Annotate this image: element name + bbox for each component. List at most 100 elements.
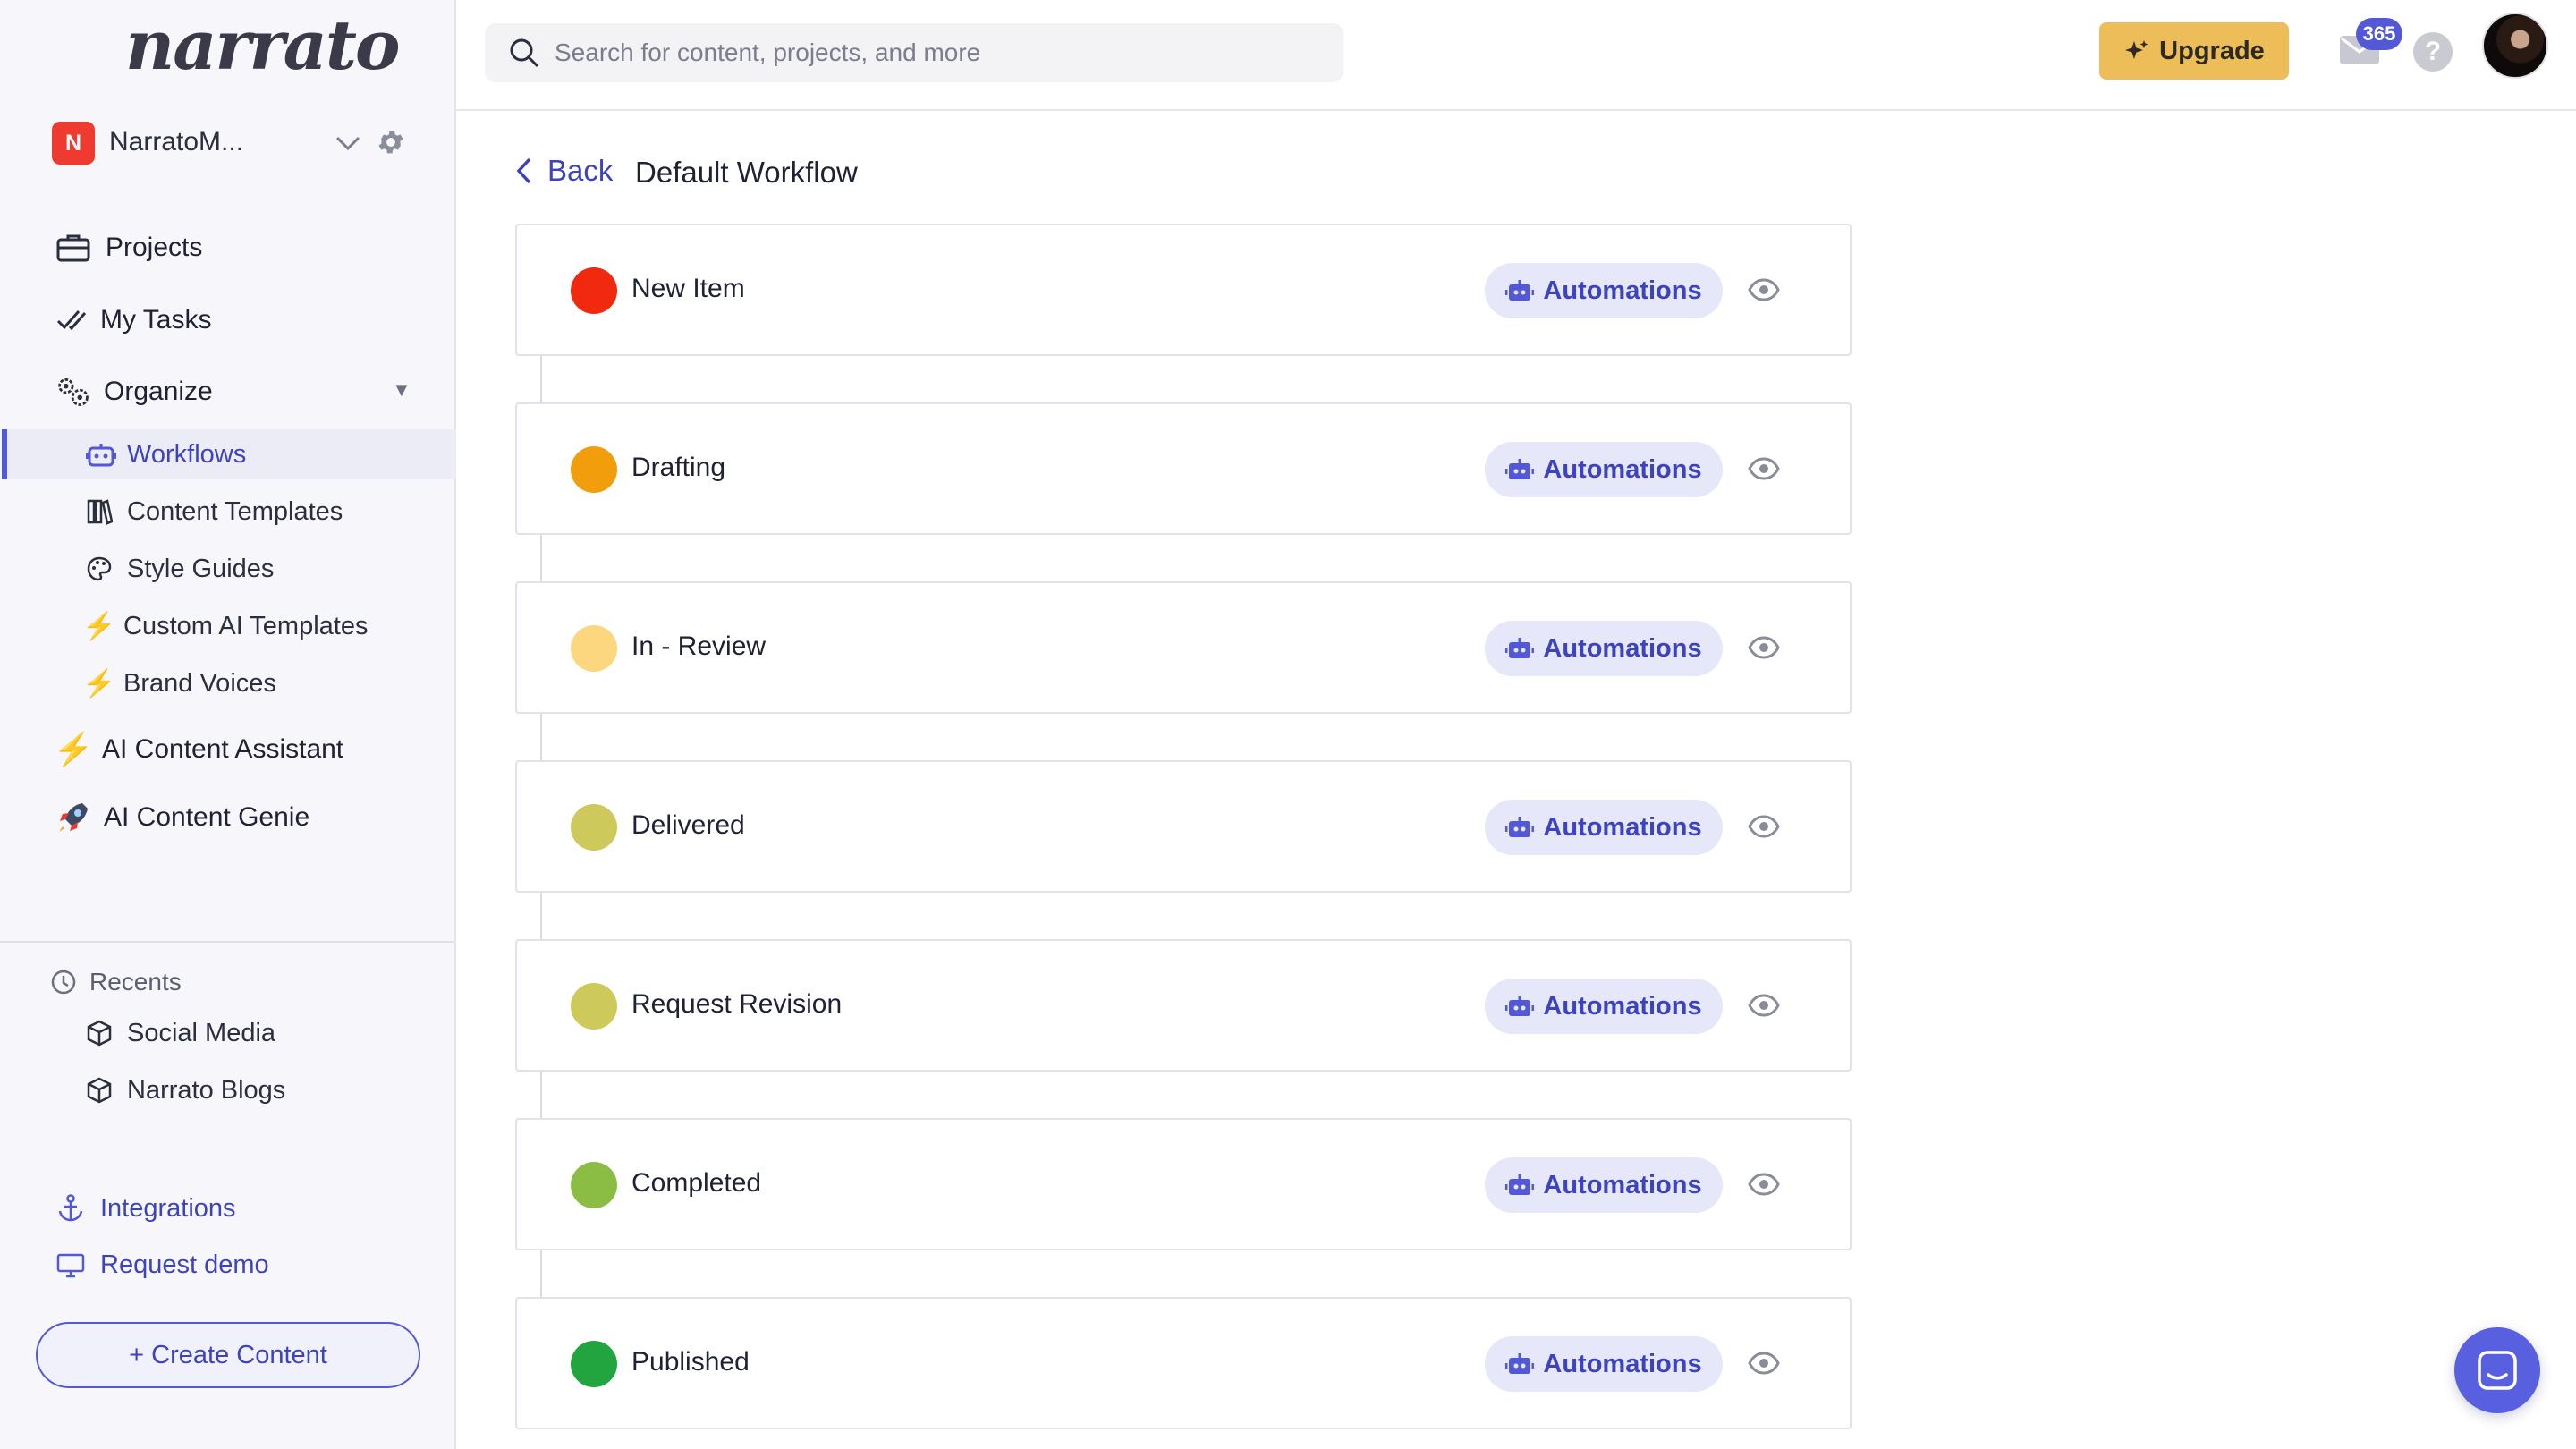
robot-icon xyxy=(1505,278,1535,303)
automations-label: Automations xyxy=(1543,633,1702,663)
robot-icon xyxy=(1505,1352,1535,1377)
stage-connector xyxy=(540,1250,542,1297)
sidebar-item-label: Content Templates xyxy=(127,496,343,526)
automations-button[interactable]: Automations xyxy=(1485,1336,1723,1392)
recent-item-label: Social Media xyxy=(127,1018,276,1047)
sidebar-item-custom-ai-templates[interactable]: ⚡ Custom AI Templates xyxy=(82,611,369,641)
sidebar-item-style-guides[interactable]: Style Guides xyxy=(84,554,274,584)
stage-name: Published xyxy=(631,1347,750,1377)
nav-projects[interactable]: Projects xyxy=(55,230,202,266)
back-label: Back xyxy=(547,154,614,187)
stage-connector xyxy=(540,356,542,402)
search-input[interactable] xyxy=(553,38,1326,68)
automations-button[interactable]: Automations xyxy=(1485,979,1723,1034)
gear-icon[interactable] xyxy=(376,127,406,157)
anchor-icon xyxy=(55,1193,86,1224)
sidebar-item-label: Custom AI Templates xyxy=(123,611,369,640)
help-icon[interactable]: ? xyxy=(2413,32,2453,72)
stage-connector xyxy=(540,893,542,939)
double-check-icon xyxy=(54,302,89,338)
notification-badge: 365 xyxy=(2356,18,2402,50)
automations-label: Automations xyxy=(1543,812,1702,842)
eye-icon[interactable] xyxy=(1748,277,1780,302)
robot-icon xyxy=(1505,815,1535,840)
bolt-icon: ⚡ xyxy=(53,731,94,767)
workspace-name: NarratoM... xyxy=(109,127,244,157)
eye-icon[interactable] xyxy=(1748,1351,1780,1376)
stage-color-dot[interactable] xyxy=(571,1341,617,1387)
chat-launcher-button[interactable] xyxy=(2454,1327,2540,1413)
workflow-stage-card[interactable]: Published Automations xyxy=(515,1297,1852,1429)
request-demo-link[interactable]: Request demo xyxy=(55,1250,269,1280)
nav-organize-label: Organize xyxy=(104,377,213,406)
stage-color-dot[interactable] xyxy=(571,804,617,851)
workflow-stage-card[interactable]: Completed Automations xyxy=(515,1118,1852,1250)
clock-icon xyxy=(50,969,77,996)
sidebar-item-workflows[interactable]: Workflows xyxy=(86,439,246,470)
briefcase-icon xyxy=(55,230,91,266)
automations-label: Automations xyxy=(1543,454,1702,484)
automations-button[interactable]: Automations xyxy=(1485,263,1723,318)
upgrade-button[interactable]: Upgrade xyxy=(2099,22,2289,80)
chevron-down-icon[interactable] xyxy=(335,132,361,154)
eye-icon[interactable] xyxy=(1748,456,1780,481)
workflow-stage-card[interactable]: Drafting Automations xyxy=(515,402,1852,535)
automations-label: Automations xyxy=(1543,275,1702,305)
workspace-avatar: N xyxy=(52,122,95,165)
nav-my-tasks-label: My Tasks xyxy=(100,305,212,335)
eye-icon[interactable] xyxy=(1748,1172,1780,1197)
eye-icon[interactable] xyxy=(1748,635,1780,660)
create-content-button[interactable]: + Create Content xyxy=(36,1322,420,1388)
automations-button[interactable]: Automations xyxy=(1485,1157,1723,1213)
workflow-stage-card[interactable]: Request Revision Automations xyxy=(515,939,1852,1072)
nav-ai-content-assistant[interactable]: ⚡ AI Content Assistant xyxy=(53,731,344,767)
sidebar-item-label: Brand Voices xyxy=(123,668,276,698)
nav-organize[interactable]: Organize xyxy=(55,374,213,410)
recents-header: Recents xyxy=(50,968,182,996)
integrations-link[interactable]: Integrations xyxy=(55,1193,236,1224)
stage-color-dot[interactable] xyxy=(571,983,617,1030)
robot-icon xyxy=(1505,457,1535,482)
nav-ai-content-genie[interactable]: AI Content Genie xyxy=(55,800,309,835)
eye-icon[interactable] xyxy=(1748,814,1780,839)
workflow-stage-card[interactable]: In - Review Automations xyxy=(515,581,1852,714)
stage-color-dot[interactable] xyxy=(571,267,617,314)
integrations-label: Integrations xyxy=(100,1193,236,1223)
palette-icon xyxy=(84,554,114,584)
sidebar-item-label: Workflows xyxy=(127,439,247,469)
stage-connector xyxy=(540,714,542,760)
recent-item-social-media[interactable]: Social Media xyxy=(84,1018,275,1048)
stage-name: In - Review xyxy=(631,631,767,661)
caret-down-icon[interactable]: ▼ xyxy=(392,378,411,402)
stage-color-dot[interactable] xyxy=(571,446,617,493)
automations-button[interactable]: Automations xyxy=(1485,621,1723,676)
sidebar-item-brand-voices[interactable]: ⚡ Brand Voices xyxy=(82,668,276,699)
automations-label: Automations xyxy=(1543,1170,1702,1199)
workflow-stage-card[interactable]: New Item Automations xyxy=(515,224,1852,356)
sidebar-item-label: Style Guides xyxy=(127,554,275,583)
automations-button[interactable]: Automations xyxy=(1485,442,1723,497)
avatar[interactable] xyxy=(2482,13,2548,79)
sidebar-item-content-templates[interactable]: Content Templates xyxy=(84,496,343,527)
narrato-logo[interactable]: narrato xyxy=(125,5,401,85)
nav-ai-content-assistant-label: AI Content Assistant xyxy=(102,734,344,764)
nav-my-tasks[interactable]: My Tasks xyxy=(54,302,211,338)
workflow-stage-card[interactable]: Delivered Automations xyxy=(515,760,1852,893)
recent-item-narrato-blogs[interactable]: Narrato Blogs xyxy=(84,1075,285,1106)
workspace-switcher[interactable]: N NarratoM... xyxy=(50,122,408,166)
back-button[interactable]: Back xyxy=(513,154,613,188)
stage-color-dot[interactable] xyxy=(571,1162,617,1208)
monitor-icon xyxy=(55,1252,86,1279)
stage-name: Delivered xyxy=(631,810,745,840)
eye-icon[interactable] xyxy=(1748,993,1780,1018)
top-bar: Upgrade 365 ? xyxy=(456,0,2576,111)
search-bar[interactable] xyxy=(485,23,1343,82)
stage-color-dot[interactable] xyxy=(571,625,617,672)
search-icon xyxy=(508,37,540,69)
sidebar-divider xyxy=(0,941,454,943)
stage-name: Drafting xyxy=(631,453,726,482)
nav-projects-label: Projects xyxy=(106,233,203,262)
recents-title: Recents xyxy=(89,968,182,996)
automations-button[interactable]: Automations xyxy=(1485,800,1723,855)
stage-connector xyxy=(540,535,542,581)
